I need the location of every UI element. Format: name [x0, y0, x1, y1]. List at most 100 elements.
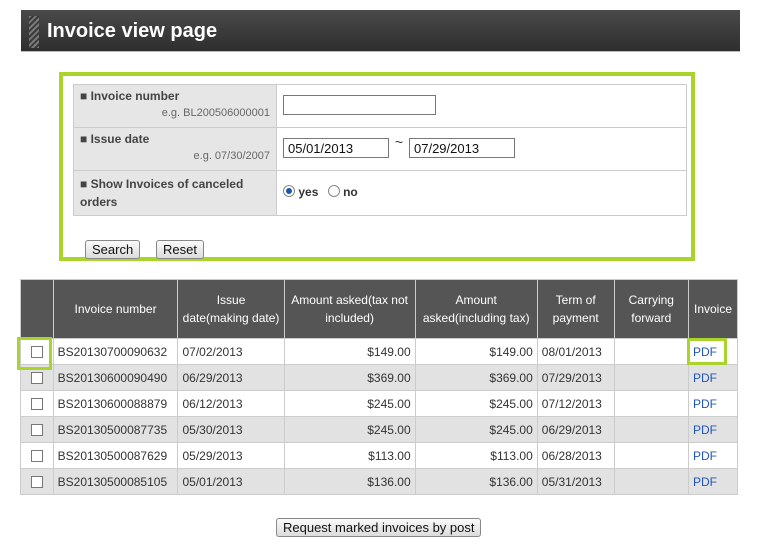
- col-header-issue-date: Issue date(making date): [177, 279, 285, 339]
- row-select-cell: [20, 416, 54, 443]
- pdf-link-highlight-frame: [687, 338, 727, 365]
- issue-date-cell: 05/01/2013: [177, 468, 285, 495]
- header-stripe-decoration: [29, 16, 39, 48]
- table-row: BS20130500085105 05/01/2013 $136.00 $136…: [20, 468, 738, 495]
- row-checkbox[interactable]: [30, 372, 43, 385]
- amount-inc-tax-cell: $136.00: [414, 468, 538, 495]
- carrying-forward-cell: [613, 338, 690, 365]
- row-checkbox[interactable]: [30, 424, 43, 437]
- reset-button[interactable]: Reset: [156, 240, 204, 259]
- invoice-number-value-cell: [276, 84, 687, 128]
- row-select-cell: [20, 390, 54, 417]
- issue-date-from-input[interactable]: [283, 138, 389, 158]
- amount-ex-tax-cell: $245.00: [283, 390, 416, 417]
- pdf-link[interactable]: PDF: [693, 423, 717, 437]
- pdf-link[interactable]: PDF: [693, 371, 717, 385]
- pdf-link[interactable]: PDF: [693, 397, 717, 411]
- invoice-number-label-cell: ■ Invoice number e.g. BL200506000001: [73, 84, 277, 128]
- yes-radio[interactable]: [283, 185, 295, 197]
- pdf-link[interactable]: PDF: [693, 475, 717, 489]
- page-header: Invoice view page: [21, 10, 740, 52]
- invoice-number-example: e.g. BL200506000001: [161, 107, 270, 119]
- col-header-amount-ex-tax: Amount asked(tax not included): [283, 279, 416, 339]
- term-of-payment-cell: 05/31/2013: [536, 468, 615, 495]
- row-checkbox[interactable]: [30, 476, 43, 489]
- invoice-number-cell: BS20130500087735: [52, 416, 179, 443]
- table-header-row: Invoice number Issue date(making date) A…: [20, 279, 738, 339]
- carrying-forward-cell: [613, 468, 690, 495]
- amount-ex-tax-cell: $245.00: [283, 416, 416, 443]
- pdf-link[interactable]: PDF: [693, 449, 717, 463]
- carrying-forward-cell: [613, 416, 690, 443]
- issue-date-cell: 05/29/2013: [177, 442, 285, 469]
- table-row: BS20130600090490 06/29/2013 $369.00 $369…: [20, 364, 738, 391]
- invoice-number-cell: BS20130500087629: [52, 442, 179, 469]
- col-header-select: [20, 279, 54, 339]
- term-of-payment-cell: 06/29/2013: [536, 416, 615, 443]
- table-row: BS20130600088879 06/12/2013 $245.00 $245…: [20, 390, 738, 417]
- carrying-forward-cell: [613, 442, 690, 469]
- amount-inc-tax-cell: $369.00: [414, 364, 538, 391]
- table-row: BS20130500087629 05/29/2013 $113.00 $113…: [20, 442, 738, 469]
- amount-ex-tax-cell: $136.00: [283, 468, 416, 495]
- canceled-label-cell: ■ Show Invoices of canceled orders: [73, 170, 277, 216]
- no-radio[interactable]: [327, 185, 340, 197]
- carrying-forward-cell: [613, 364, 690, 391]
- col-header-term-of-payment: Term of payment: [536, 279, 615, 339]
- invoice-number-cell: BS20130700090632: [52, 338, 179, 365]
- term-of-payment-cell: 08/01/2013: [536, 338, 615, 365]
- request-by-post-button[interactable]: Request marked invoices by post: [276, 518, 482, 537]
- invoice-link-cell: PDF: [688, 442, 738, 469]
- issue-date-cell: 05/30/2013: [177, 416, 285, 443]
- amount-inc-tax-cell: $149.00: [414, 338, 538, 365]
- issue-date-example: e.g. 07/30/2007: [193, 150, 270, 162]
- issue-date-label: ■ Issue date: [80, 132, 150, 146]
- page-title: Invoice view page: [47, 20, 218, 42]
- term-of-payment-cell: 07/29/2013: [536, 364, 615, 391]
- col-header-invoice: Invoice: [688, 279, 738, 339]
- amount-inc-tax-cell: $245.00: [414, 390, 538, 417]
- yes-radio-label[interactable]: yes: [298, 185, 318, 199]
- issue-date-to-input[interactable]: [409, 138, 515, 158]
- no-radio-label[interactable]: no: [343, 185, 358, 199]
- row-select-cell: [20, 468, 54, 495]
- invoice-number-cell: BS20130600090490: [52, 364, 179, 391]
- invoice-table: Invoice number Issue date(making date) A…: [20, 279, 738, 495]
- row-select-cell: [20, 442, 54, 469]
- issue-date-label-cell: ■ Issue date e.g. 07/30/2007: [73, 127, 277, 171]
- invoice-link-cell: PDF: [688, 468, 738, 495]
- table-row: BS20130500087735 05/30/2013 $245.00 $245…: [20, 416, 738, 443]
- col-header-invoice-number: Invoice number: [52, 279, 179, 339]
- issue-date-value-cell: ~: [276, 127, 687, 171]
- issue-date-cell: 06/29/2013: [177, 364, 285, 391]
- canceled-radio-group: yes no: [283, 177, 680, 199]
- invoice-link-cell: PDF: [688, 364, 738, 391]
- carrying-forward-cell: [613, 390, 690, 417]
- col-header-carrying-forward: Carrying forward: [613, 279, 690, 339]
- table-row: BS20130700090632 07/02/2013 $149.00 $149…: [20, 338, 738, 365]
- date-range-separator: ~: [394, 134, 404, 150]
- issue-date-cell: 07/02/2013: [177, 338, 285, 365]
- amount-ex-tax-cell: $149.00: [283, 338, 416, 365]
- issue-date-cell: 06/12/2013: [177, 390, 285, 417]
- term-of-payment-cell: 07/12/2013: [536, 390, 615, 417]
- amount-inc-tax-cell: $113.00: [414, 442, 538, 469]
- invoice-link-cell: PDF: [688, 390, 738, 417]
- col-header-amount-inc-tax: Amount asked(including tax): [414, 279, 538, 339]
- row-checkbox[interactable]: [30, 450, 43, 463]
- canceled-orders-label: ■ Show Invoices of canceled orders: [80, 177, 244, 209]
- amount-ex-tax-cell: $113.00: [283, 442, 416, 469]
- invoice-link-cell: PDF: [688, 416, 738, 443]
- checkbox-highlight-frame: [17, 337, 52, 370]
- invoice-number-cell: BS20130600088879: [52, 390, 179, 417]
- invoice-number-input[interactable]: [283, 95, 436, 115]
- invoice-number-cell: BS20130500085105: [52, 468, 179, 495]
- invoice-number-label: ■ Invoice number: [80, 89, 180, 103]
- row-checkbox[interactable]: [30, 398, 43, 411]
- amount-inc-tax-cell: $245.00: [414, 416, 538, 443]
- search-panel: ■ Invoice number e.g. BL200506000001 ■ I…: [59, 72, 695, 261]
- canceled-value-cell: yes no: [276, 170, 687, 216]
- term-of-payment-cell: 06/28/2013: [536, 442, 615, 469]
- amount-ex-tax-cell: $369.00: [283, 364, 416, 391]
- search-button[interactable]: Search: [85, 240, 141, 259]
